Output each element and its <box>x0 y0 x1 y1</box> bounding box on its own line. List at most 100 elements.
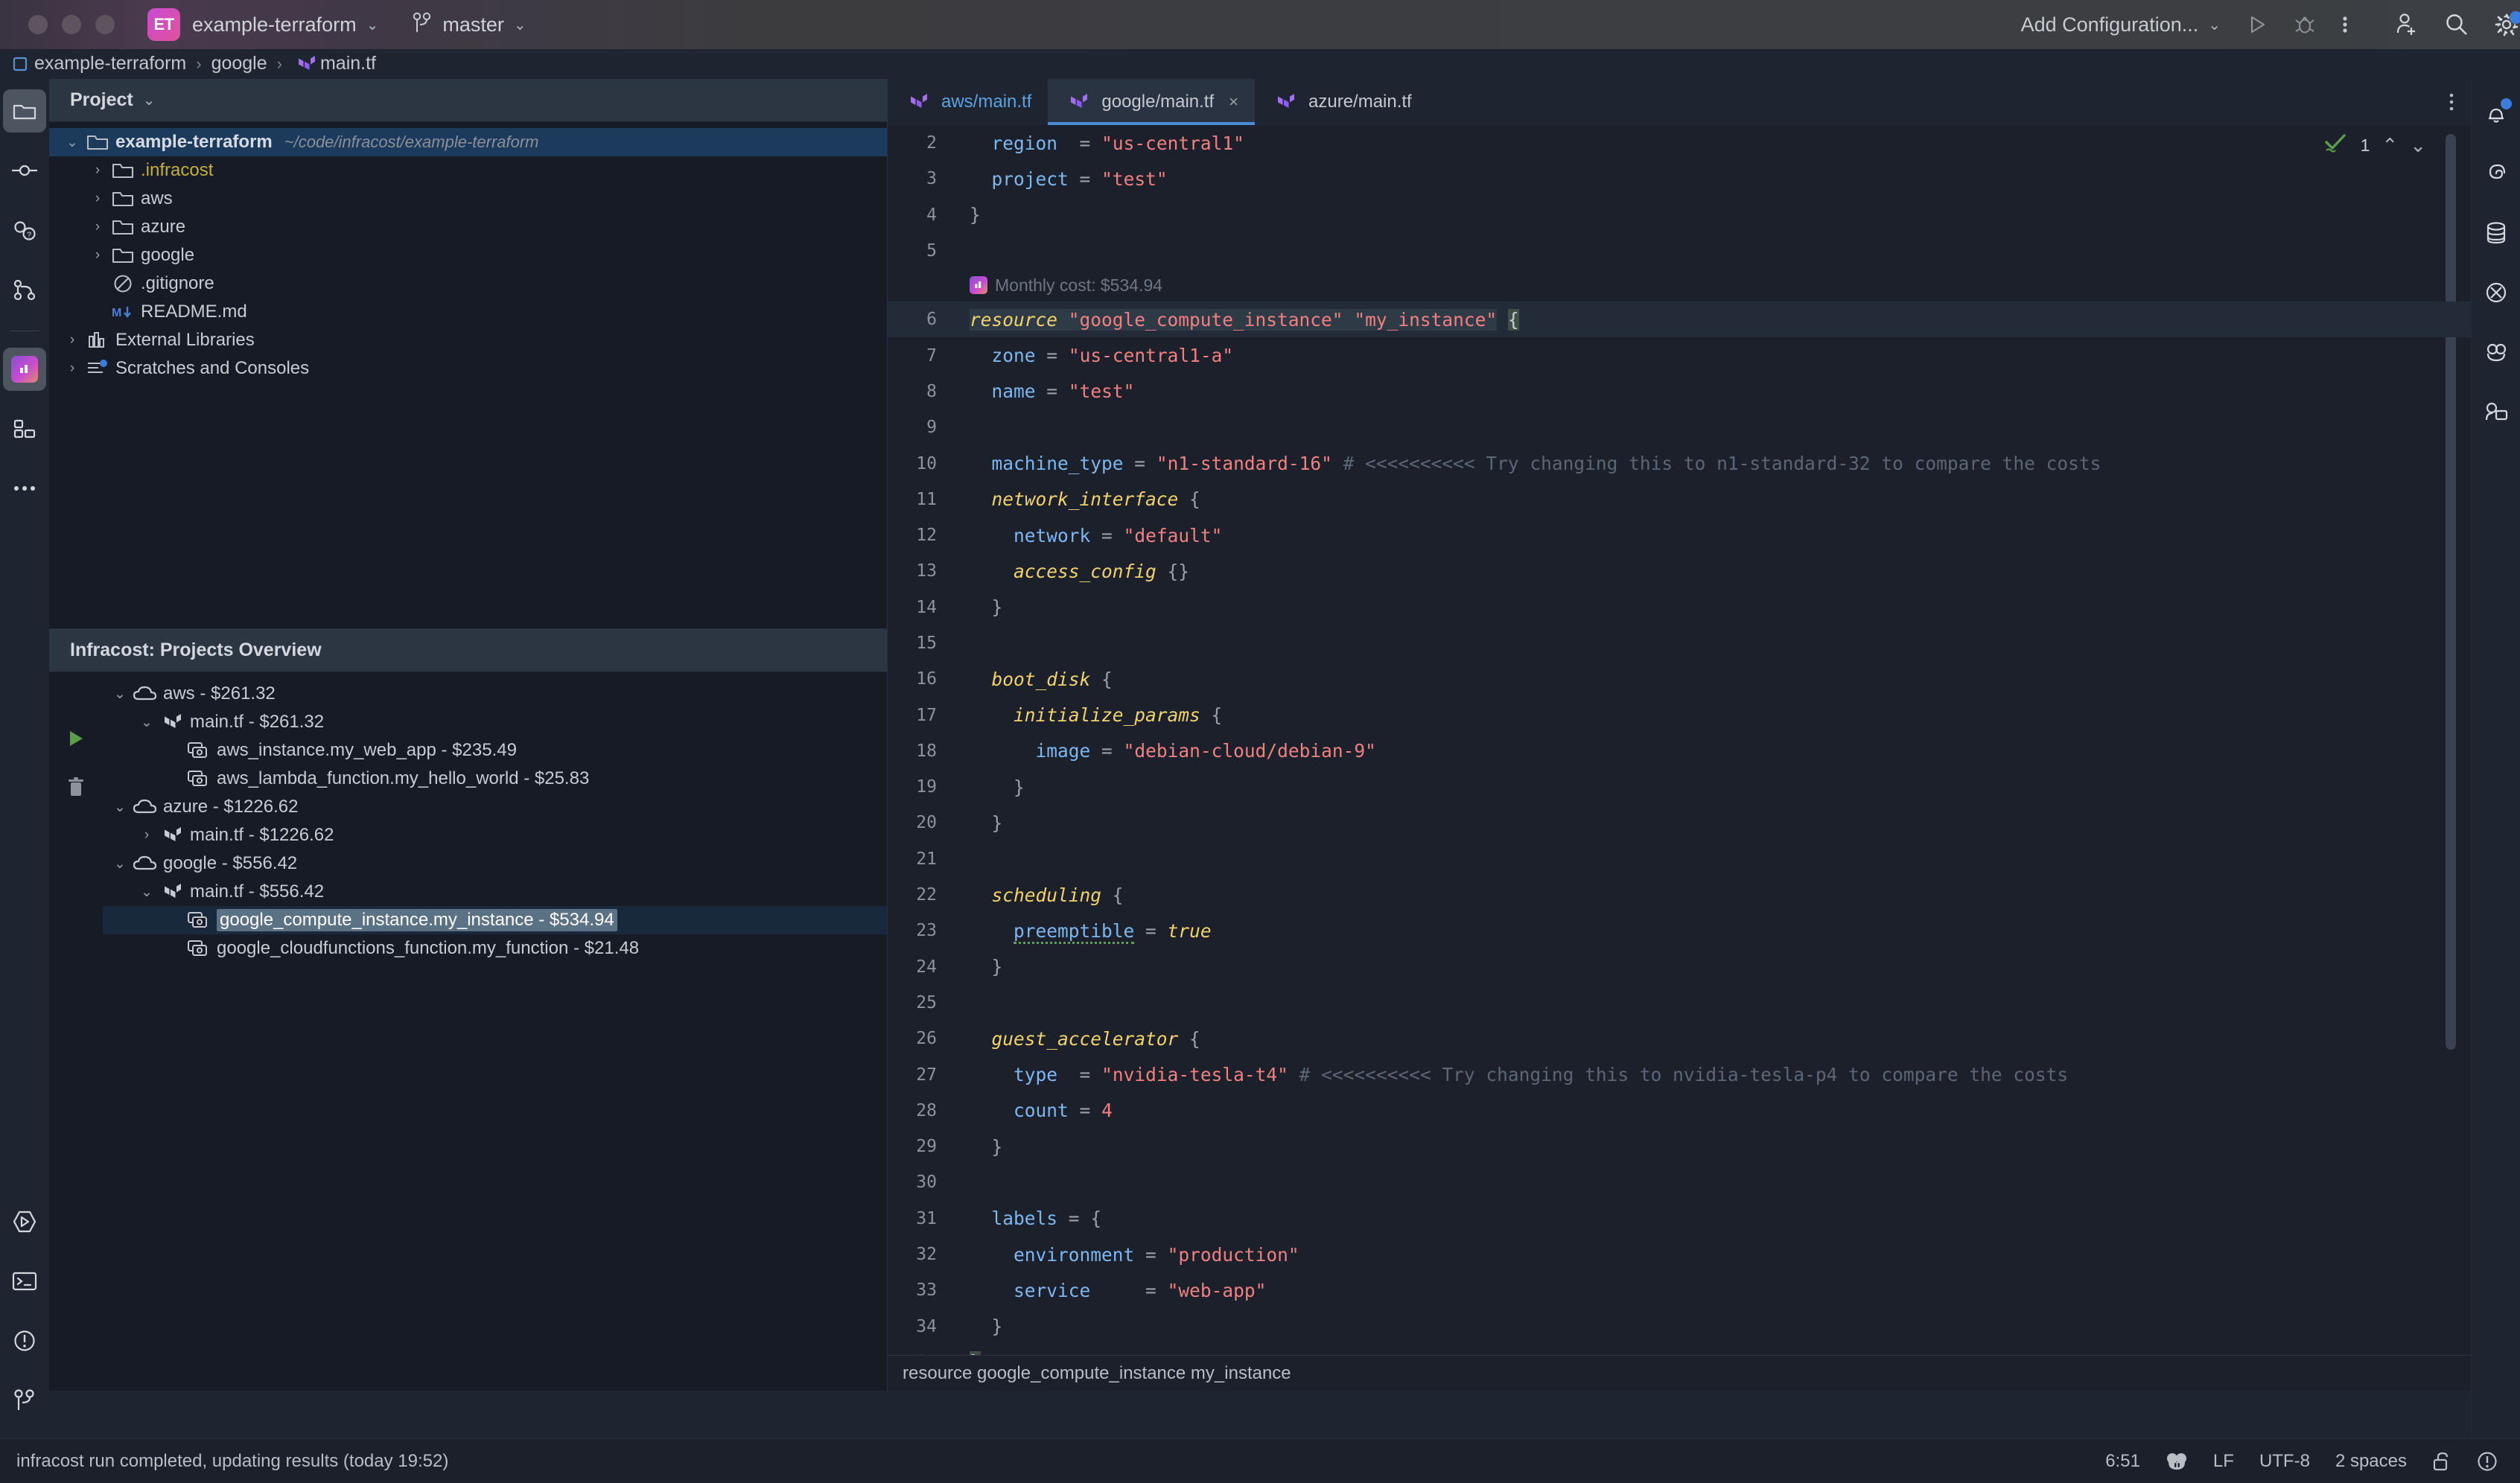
more-options-icon[interactable] <box>2341 13 2349 36</box>
code-line[interactable]: 9 <box>888 409 2471 445</box>
project-tree-item[interactable]: › azure <box>49 213 887 241</box>
editor-tab[interactable]: google/main.tf × <box>1048 79 1255 125</box>
project-tree-item[interactable]: › aws <box>49 185 887 213</box>
code-line[interactable]: 8 name = "test" <box>888 374 2471 409</box>
problems-icon[interactable] <box>2477 1451 2498 1472</box>
project-tree-item[interactable]: ›MREADME.md <box>49 298 887 326</box>
close-icon[interactable]: × <box>1229 92 1238 112</box>
sidebar-item-more[interactable] <box>3 467 46 510</box>
code-line[interactable]: 15 <box>888 625 2471 661</box>
reader-mode-icon[interactable] <box>2166 1452 2188 1471</box>
infracost-tree-item[interactable]: ›aws_instance.my_web_app - $235.49 <box>103 736 887 765</box>
infracost-tree-item[interactable]: ›google_cloudfunctions_function.my_funct… <box>103 934 887 963</box>
infracost-tree-item[interactable]: ⌄ aws - $261.32 <box>103 680 887 708</box>
sidebar-item-problems[interactable] <box>3 1319 46 1362</box>
code-line[interactable]: 21 <box>888 841 2471 877</box>
run-icon[interactable] <box>2246 13 2268 36</box>
infracost-tree-item[interactable]: ⌄ main.tf - $556.42 <box>103 878 887 906</box>
tree-expand-arrow-icon[interactable]: › <box>86 162 109 179</box>
tree-expand-arrow-icon[interactable]: › <box>86 247 109 264</box>
file-encoding[interactable]: UTF-8 <box>2259 1451 2310 1472</box>
editor-tab[interactable]: azure/main.tf <box>1255 79 1428 125</box>
project-tree-item[interactable]: › .infracost <box>49 156 887 185</box>
code-editor[interactable]: 1 ⌃ ⌄ 2 region = "us-central1" 3 project … <box>888 125 2471 1355</box>
code-line[interactable]: 10 machine_type = "n1-standard-16" # <<<… <box>888 445 2471 481</box>
code-line[interactable]: 16 boot_disk { <box>888 661 2471 697</box>
code-line[interactable]: 28 count = 4 <box>888 1093 2471 1129</box>
branch-name-label[interactable]: master <box>442 13 504 36</box>
tree-expand-arrow-icon[interactable]: › <box>61 360 83 377</box>
code-line[interactable]: 35} <box>888 1345 2471 1355</box>
code-line[interactable]: 25 <box>888 985 2471 1021</box>
plugins-icon[interactable] <box>2475 331 2518 374</box>
infracost-tree-item[interactable]: › main.tf - $1226.62 <box>103 821 887 849</box>
infracost-tree-item[interactable]: ⌄ azure - $1226.62 <box>103 793 887 821</box>
notifications-icon[interactable] <box>2475 92 2518 135</box>
ai-assistant-icon[interactable] <box>2475 152 2518 195</box>
inspection-next-icon[interactable]: ⌄ <box>2410 134 2426 157</box>
sidebar-item-structure[interactable] <box>3 407 46 450</box>
sidebar-item-git[interactable] <box>3 268 46 311</box>
minimize-window-button[interactable] <box>62 15 81 34</box>
project-tree-item[interactable]: › google <box>49 241 887 270</box>
sidebar-item-project[interactable] <box>3 89 46 133</box>
breadcrumb-item-2[interactable]: main.tf <box>320 53 376 74</box>
settings-icon[interactable] <box>2495 11 2520 37</box>
tree-expand-arrow-icon[interactable]: ⌄ <box>136 714 158 731</box>
branch-chevron-down-icon[interactable]: ⌄ <box>514 16 526 34</box>
project-panel-chevron-down-icon[interactable]: ⌄ <box>143 91 156 109</box>
tree-expand-arrow-icon[interactable]: ⌄ <box>136 884 158 901</box>
add-user-icon[interactable] <box>2393 12 2419 37</box>
sidebar-item-run[interactable] <box>3 1200 46 1243</box>
search-icon[interactable] <box>2444 12 2469 37</box>
code-line[interactable]: 2 region = "us-central1" <box>888 125 2471 161</box>
delete-icon[interactable] <box>66 777 86 802</box>
sidebar-item-commit[interactable] <box>3 149 46 192</box>
tree-expand-arrow-icon[interactable]: › <box>136 827 158 843</box>
code-line[interactable]: 14 } <box>888 590 2471 625</box>
code-line[interactable]: 6 resource "google_compute_instance" "my_… <box>888 302 2471 338</box>
sidebar-item-terminal[interactable] <box>3 1260 46 1303</box>
project-tree-item[interactable]: ›.gitignore <box>49 270 887 298</box>
code-line[interactable]: 30 <box>888 1164 2471 1200</box>
code-line[interactable]: 29 } <box>888 1129 2471 1164</box>
close-window-button[interactable] <box>28 15 48 34</box>
code-line[interactable]: 11 network_interface { <box>888 482 2471 517</box>
code-line[interactable]: 34 } <box>888 1309 2471 1345</box>
code-line[interactable]: 31 labels = { <box>888 1201 2471 1237</box>
code-line[interactable]: 20 } <box>888 805 2471 841</box>
code-line[interactable]: 19 } <box>888 769 2471 805</box>
code-line[interactable]: 32 environment = "production" <box>888 1237 2471 1272</box>
tree-expand-arrow-icon[interactable]: ⌄ <box>109 799 131 816</box>
project-tree-item[interactable]: › External Libraries <box>49 326 887 354</box>
run-config-chevron-down-icon[interactable]: ⌄ <box>2208 16 2221 34</box>
sidebar-item-version-control[interactable] <box>3 1379 46 1422</box>
sidebar-item-pull-requests[interactable]: ? <box>3 208 46 252</box>
code-line[interactable]: 13 access_config {} <box>888 553 2471 589</box>
code-line[interactable]: 3 project = "test" <box>888 161 2471 197</box>
infracost-tree-item[interactable]: ›google_compute_instance.my_instance - $… <box>103 906 887 934</box>
gradle-icon[interactable] <box>2475 271 2518 314</box>
indent-setting[interactable]: 2 spaces <box>2335 1451 2407 1472</box>
code-line[interactable]: 26 guest_accelerator { <box>888 1021 2471 1056</box>
code-line[interactable]: 17 initialize_params { <box>888 697 2471 733</box>
breadcrumb-item-0[interactable]: example-terraform <box>34 53 186 74</box>
chevron-down-icon[interactable]: ⌄ <box>366 16 379 34</box>
editor-tab-options-icon[interactable] <box>2432 79 2471 125</box>
sidebar-item-infracost[interactable] <box>3 348 46 391</box>
tree-expand-arrow-icon[interactable]: ⌄ <box>109 686 131 703</box>
lock-icon[interactable] <box>2432 1451 2451 1472</box>
chat-icon[interactable] <box>2475 390 2518 433</box>
infracost-tree-item[interactable]: ›aws_lambda_function.my_hello_world - $2… <box>103 765 887 793</box>
project-tree-item[interactable]: ⌄ example-terraform ~/code/infracost/examp… <box>49 128 887 156</box>
project-tree-item[interactable]: › Scratches and Consoles <box>49 354 887 383</box>
project-name-label[interactable]: example-terraform <box>192 13 357 36</box>
infracost-project-tree[interactable]: ⌄aws - $261.32⌄main.tf - $261.32›aws_ins… <box>103 672 887 963</box>
tree-expand-arrow-icon[interactable]: › <box>86 219 109 235</box>
code-line[interactable]: 22 scheduling { <box>888 877 2471 913</box>
code-line[interactable]: 4} <box>888 197 2471 233</box>
caret-position[interactable]: 6:51 <box>2105 1451 2140 1472</box>
infracost-tree-item[interactable]: ⌄ main.tf - $261.32 <box>103 708 887 736</box>
code-line[interactable]: 12 network = "default" <box>888 517 2471 553</box>
tree-expand-arrow-icon[interactable]: ⌄ <box>61 134 83 151</box>
